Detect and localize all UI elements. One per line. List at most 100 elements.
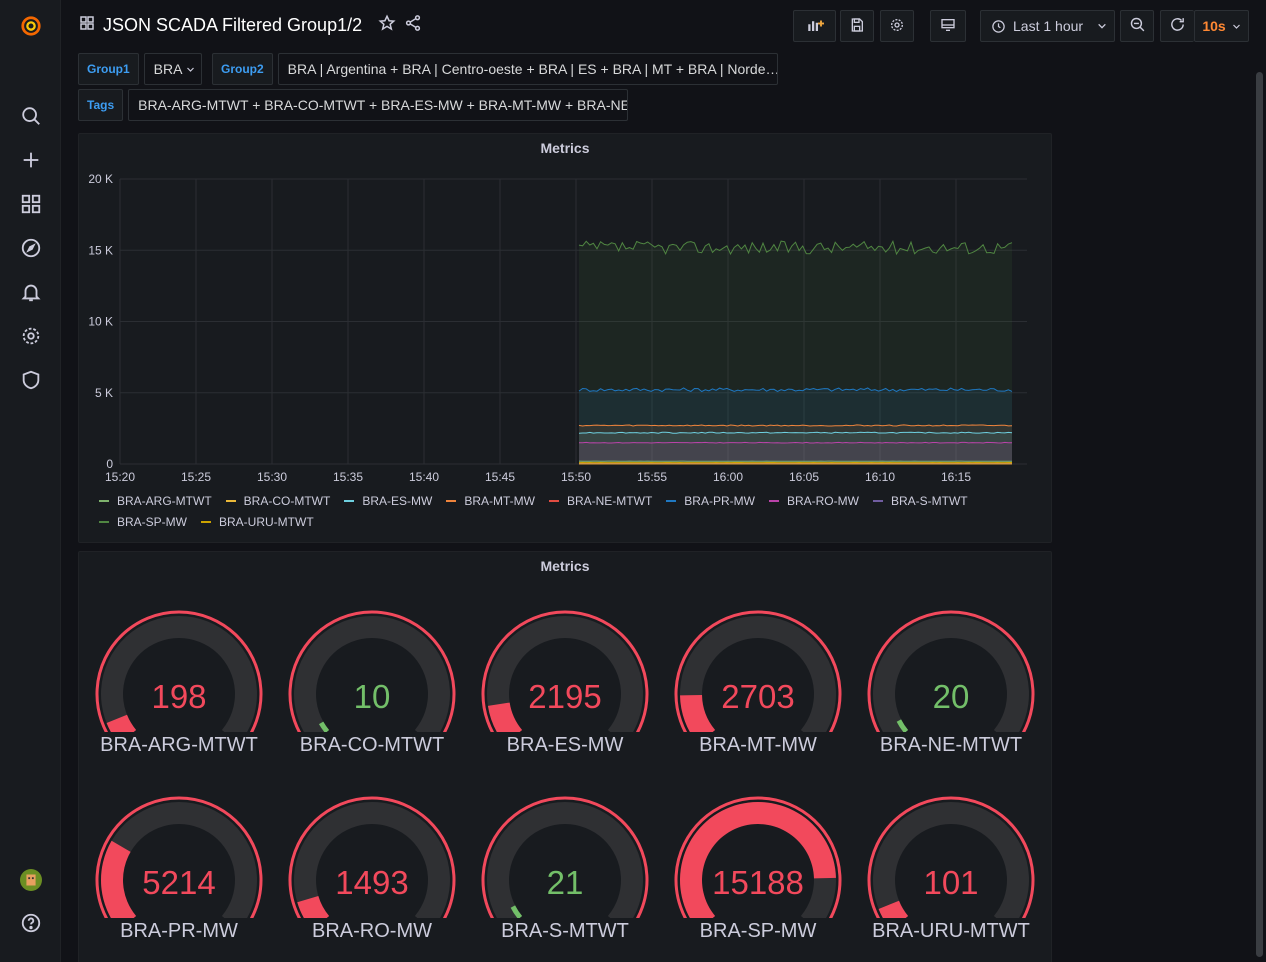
timeseries-chart[interactable]: 0 5 K 10 K 15 K 20 K 15:20 15:25 15:30 15:35 15:4…: [79, 134, 1051, 484]
legend-item[interactable]: BRA-NE-MTWT: [548, 494, 653, 508]
variable-label-group1: Group1: [78, 53, 139, 85]
refresh-interval-label: 10s: [1202, 18, 1226, 34]
legend-item[interactable]: BRA-CO-MTWT: [225, 494, 331, 508]
gauge-value: 2195: [528, 678, 602, 715]
timeseries-panel: Metrics 05 K 10 K 15 K 20 K 15:20 15:25 15:30 1…: [78, 133, 1052, 543]
legend-swatch: [446, 500, 457, 502]
refresh-interval-picker[interactable]: 10s: [1194, 10, 1249, 42]
grafana-app: JSON SCADA Filtered Group1/2 Last 1 hour…: [0, 0, 1266, 962]
configuration-gear-icon[interactable]: [0, 318, 61, 354]
x-tick-label: 16:00: [713, 470, 743, 484]
variable-group2: Group2 BRA | Argentina + BRA | Centro-oe…: [212, 53, 778, 85]
dashboards-grid-icon[interactable]: [0, 186, 61, 222]
legend-swatch: [344, 500, 355, 502]
legend-item[interactable]: BRA-SP-MW: [99, 515, 187, 529]
gauge-label: BRA-MT-MW: [699, 734, 817, 756]
add-panel-button[interactable]: [793, 10, 836, 42]
search-icon[interactable]: [0, 98, 61, 134]
y-tick-label: 0: [106, 457, 113, 471]
variable-value-tags: BRA-ARG-MTWT + BRA-CO-MTWT + BRA-ES-MW +…: [138, 97, 629, 113]
variable-value-group2: BRA | Argentina + BRA | Centro-oeste + B…: [287, 61, 778, 77]
legend-swatch: [201, 521, 211, 523]
gauge[interactable]: 20 BRA-NE-MTWT: [861, 602, 1041, 772]
legend-item[interactable]: BRA-PR-MW: [666, 494, 755, 508]
save-dashboard-button[interactable]: [840, 10, 874, 42]
legend-label: BRA-S-MTWT: [890, 494, 968, 508]
avatar[interactable]: [0, 862, 61, 898]
page-scrollbar[interactable]: [1256, 72, 1263, 957]
side-menu: [0, 0, 61, 962]
gauge[interactable]: 1493 BRA-RO-MW: [282, 788, 462, 958]
gauge[interactable]: 10 BRA-CO-MTWT: [282, 602, 462, 772]
x-tick-label: 15:40: [409, 470, 439, 484]
legend-label: BRA-URU-MTWT: [219, 515, 314, 529]
gauge-label: BRA-SP-MW: [699, 920, 817, 942]
server-admin-shield-icon[interactable]: [0, 362, 61, 398]
gauge-label: BRA-PR-MW: [120, 920, 238, 942]
variable-group1: Group1 BRA: [78, 53, 202, 85]
gauge[interactable]: 5214 BRA-PR-MW: [89, 788, 269, 958]
legend-item[interactable]: BRA-S-MTWT: [872, 494, 968, 508]
variable-select-tags[interactable]: BRA-ARG-MTWT + BRA-CO-MTWT + BRA-ES-MW +…: [128, 89, 629, 121]
dashboard-settings-button[interactable]: [880, 10, 914, 42]
y-tick-label: 10 K: [88, 315, 113, 329]
star-icon[interactable]: [378, 14, 396, 37]
gauge-value: 1493: [335, 864, 409, 901]
legend-item[interactable]: BRA-RO-MW: [768, 494, 859, 508]
zoom-out-icon: [1129, 16, 1146, 36]
legend-label: BRA-SP-MW: [117, 515, 187, 529]
y-tick-label: 5 K: [95, 386, 113, 400]
refresh-button[interactable]: [1160, 10, 1194, 42]
time-range-picker[interactable]: Last 1 hour: [980, 10, 1115, 42]
gauge-label: BRA-CO-MTWT: [299, 734, 445, 756]
variable-select-group1[interactable]: BRA: [143, 53, 202, 85]
x-tick-label: 16:10: [865, 470, 895, 484]
gauge-label: BRA-URU-MTWT: [872, 920, 1030, 942]
zoom-out-button[interactable]: [1120, 10, 1154, 42]
alerting-bell-icon[interactable]: [0, 274, 61, 310]
dashboard-title[interactable]: JSON SCADA Filtered Group1/2: [103, 15, 362, 36]
chevron-down-icon: [186, 65, 195, 74]
x-tick-label: 15:30: [257, 470, 287, 484]
x-tick-label: 15:25: [181, 470, 211, 484]
legend-label: BRA-RO-MW: [786, 494, 859, 508]
create-plus-icon[interactable]: [0, 142, 61, 178]
explore-compass-icon[interactable]: [0, 230, 61, 266]
gauge[interactable]: 101 BRA-URU-MTWT: [861, 788, 1041, 958]
gauge[interactable]: 198 BRA-ARG-MTWT: [89, 602, 269, 772]
legend-label: BRA-CO-MTWT: [243, 494, 331, 508]
legend-swatch: [768, 500, 779, 502]
gauge[interactable]: 15188 BRA-SP-MW: [668, 788, 848, 958]
series-line: [579, 441, 1012, 444]
share-icon[interactable]: [404, 14, 422, 37]
add-panel-icon: [805, 16, 825, 37]
gauge[interactable]: 2703 BRA-MT-MW: [668, 602, 848, 772]
gauge-panel: Metrics 198 BRA-ARG-MTWT 10 BRA-CO-MTWT 2195…: [78, 551, 1052, 962]
legend-item[interactable]: BRA-ES-MW: [344, 494, 432, 508]
legend-item[interactable]: BRA-URU-MTWT: [201, 515, 314, 529]
legend-label: BRA-PR-MW: [684, 494, 755, 508]
gauge[interactable]: 21 BRA-S-MTWT: [475, 788, 655, 958]
gauge-label: BRA-ES-MW: [506, 734, 624, 756]
legend-swatch: [548, 500, 559, 502]
grafana-logo-icon[interactable]: [0, 8, 61, 44]
dashboard-navbar: JSON SCADA Filtered Group1/2 Last 1 hour…: [61, 0, 1266, 52]
refresh-icon: [1169, 16, 1186, 36]
monitor-icon: [940, 17, 956, 36]
help-icon[interactable]: [0, 905, 61, 941]
legend-item[interactable]: BRA-ARG-MTWT: [99, 494, 212, 508]
gauge[interactable]: 2195 BRA-ES-MW: [475, 602, 655, 772]
variable-label-group2: Group2: [212, 53, 273, 85]
cycle-view-mode-button[interactable]: [930, 10, 966, 42]
series-line: [578, 431, 1013, 434]
legend-swatch: [99, 500, 109, 502]
dashboard-title-group: JSON SCADA Filtered Group1/2: [79, 14, 422, 37]
y-tick-label: 15 K: [88, 243, 113, 257]
gauge-value: 21: [546, 864, 584, 901]
variable-select-group2[interactable]: BRA | Argentina + BRA | Centro-oeste + B…: [277, 53, 778, 85]
legend-label: BRA-NE-MTWT: [566, 494, 653, 508]
x-tick-label: 16:05: [789, 470, 819, 484]
legend-item[interactable]: BRA-MT-MW: [446, 494, 535, 508]
x-tick-label: 15:50: [561, 470, 591, 484]
panel-title[interactable]: Metrics: [79, 558, 1051, 574]
